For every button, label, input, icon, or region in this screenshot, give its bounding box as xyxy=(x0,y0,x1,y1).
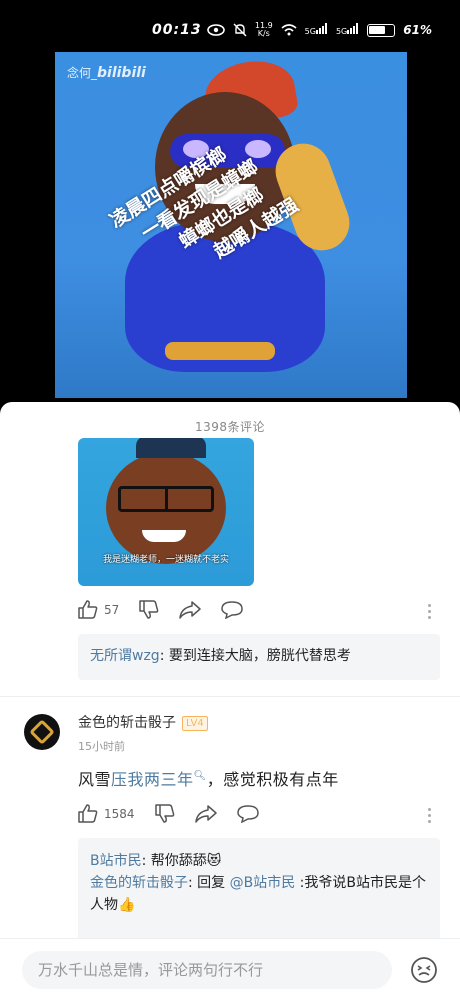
share-icon xyxy=(194,804,217,823)
like-count: 1584 xyxy=(104,806,135,821)
comment-bubble-icon xyxy=(236,804,259,823)
cat-heart-eyes-emoji: 😻 xyxy=(206,853,222,869)
comment-input[interactable] xyxy=(22,951,392,989)
reply-button[interactable] xyxy=(221,600,244,619)
signal-bars-icon xyxy=(315,23,327,34)
share-button[interactable] xyxy=(194,804,217,823)
network-speed: 11.9 K/s xyxy=(254,21,273,38)
comment-username[interactable]: 金色的斩击骰子 LV4 xyxy=(78,712,208,732)
signal-1: 5G xyxy=(305,23,328,37)
comment-input-bar xyxy=(0,938,460,1000)
battery-level: 61% xyxy=(403,23,432,37)
reply-username[interactable]: 金色的斩击骰子 xyxy=(90,875,188,891)
reply-line: 金色的斩击骰子: 回复 @B站市民 :我爷说B站市民是个人物👍 xyxy=(90,875,427,913)
status-bar: 00:13 11.9 K/s 5G 5G 61% xyxy=(0,0,460,42)
comment-count-title: 1398条评论 xyxy=(194,420,266,434)
dislike-button[interactable] xyxy=(154,804,175,823)
comment-bubble-icon xyxy=(221,600,244,619)
comment-actions: 57 xyxy=(78,600,263,619)
level-badge: LV4 xyxy=(182,715,208,731)
more-vertical-icon[interactable] xyxy=(428,604,432,619)
share-button[interactable] xyxy=(179,600,202,619)
emoji-face-icon xyxy=(411,957,437,983)
thumbs-down-icon xyxy=(154,804,174,823)
reply-username[interactable]: B站市民 xyxy=(90,853,142,869)
signal-2: 5G xyxy=(336,23,359,37)
dislike-button[interactable] xyxy=(139,600,159,619)
avatar[interactable] xyxy=(24,714,60,750)
like-button[interactable]: 57 xyxy=(78,600,119,619)
like-button[interactable]: 1584 xyxy=(78,804,135,823)
battery-icon xyxy=(367,23,396,37)
emoji-button[interactable] xyxy=(408,954,440,986)
share-icon xyxy=(179,600,202,619)
comment-sticker-image[interactable]: 我是迷糊老师，一迷糊就不老实 xyxy=(78,438,254,586)
comment-actions: 1584 xyxy=(78,804,279,823)
eye-icon xyxy=(207,24,225,36)
comments-sheet: 1398条评论 我是迷糊老师，一迷糊就不老实 57 无所谓wzg: 要到连接大脑… xyxy=(0,402,460,1000)
reply-username[interactable]: 无所谓wzg xyxy=(90,648,160,664)
signal-bars-icon xyxy=(347,23,359,34)
status-icons: 11.9 K/s 5G 5G 61% xyxy=(207,22,432,38)
mention-link[interactable]: @B站市民 xyxy=(230,875,296,891)
more-vertical-icon[interactable] xyxy=(428,808,432,823)
thumbs-up-icon xyxy=(78,804,98,823)
comment-timestamp: 15小时前 xyxy=(78,740,125,753)
comment-body: 风雪压我两三年🔍︎，感觉积极有点年 xyxy=(78,770,339,789)
video-watermark: 念何_bilibili xyxy=(67,65,146,81)
sticker-caption: 我是迷糊老师，一迷糊就不老实 xyxy=(102,555,229,565)
reply-text: : 要到连接大脑，膀胱代替思考 xyxy=(159,648,351,664)
thumbs-down-icon xyxy=(139,600,159,619)
mute-bell-icon xyxy=(233,23,247,37)
video-frame[interactable]: 念何_bilibili 凌晨四点嚼槟榔 一看发现是蟑螂 蟑螂也是榔 越嚼人越强 xyxy=(55,52,407,398)
thumbs-up-emoji: 👍 xyxy=(118,897,136,913)
status-time: 00:13 xyxy=(152,22,202,38)
reply-preview[interactable]: 无所谓wzg: 要到连接大脑，膀胱代替思考 xyxy=(78,634,440,680)
search-keyword-link[interactable]: 压我两三年 xyxy=(111,770,194,789)
search-icon[interactable]: 🔍︎ xyxy=(194,771,207,782)
like-count: 57 xyxy=(104,602,120,617)
video-player[interactable]: 念何_bilibili 凌晨四点嚼槟榔 一看发现是蟑螂 蟑螂也是榔 越嚼人越强 xyxy=(0,42,460,402)
thumbs-up-icon xyxy=(78,600,98,619)
reply-line: B站市民: 帮你舔舔😻 xyxy=(90,853,222,869)
comment-divider xyxy=(0,696,460,697)
reply-button[interactable] xyxy=(236,804,259,823)
wifi-icon xyxy=(281,24,297,36)
